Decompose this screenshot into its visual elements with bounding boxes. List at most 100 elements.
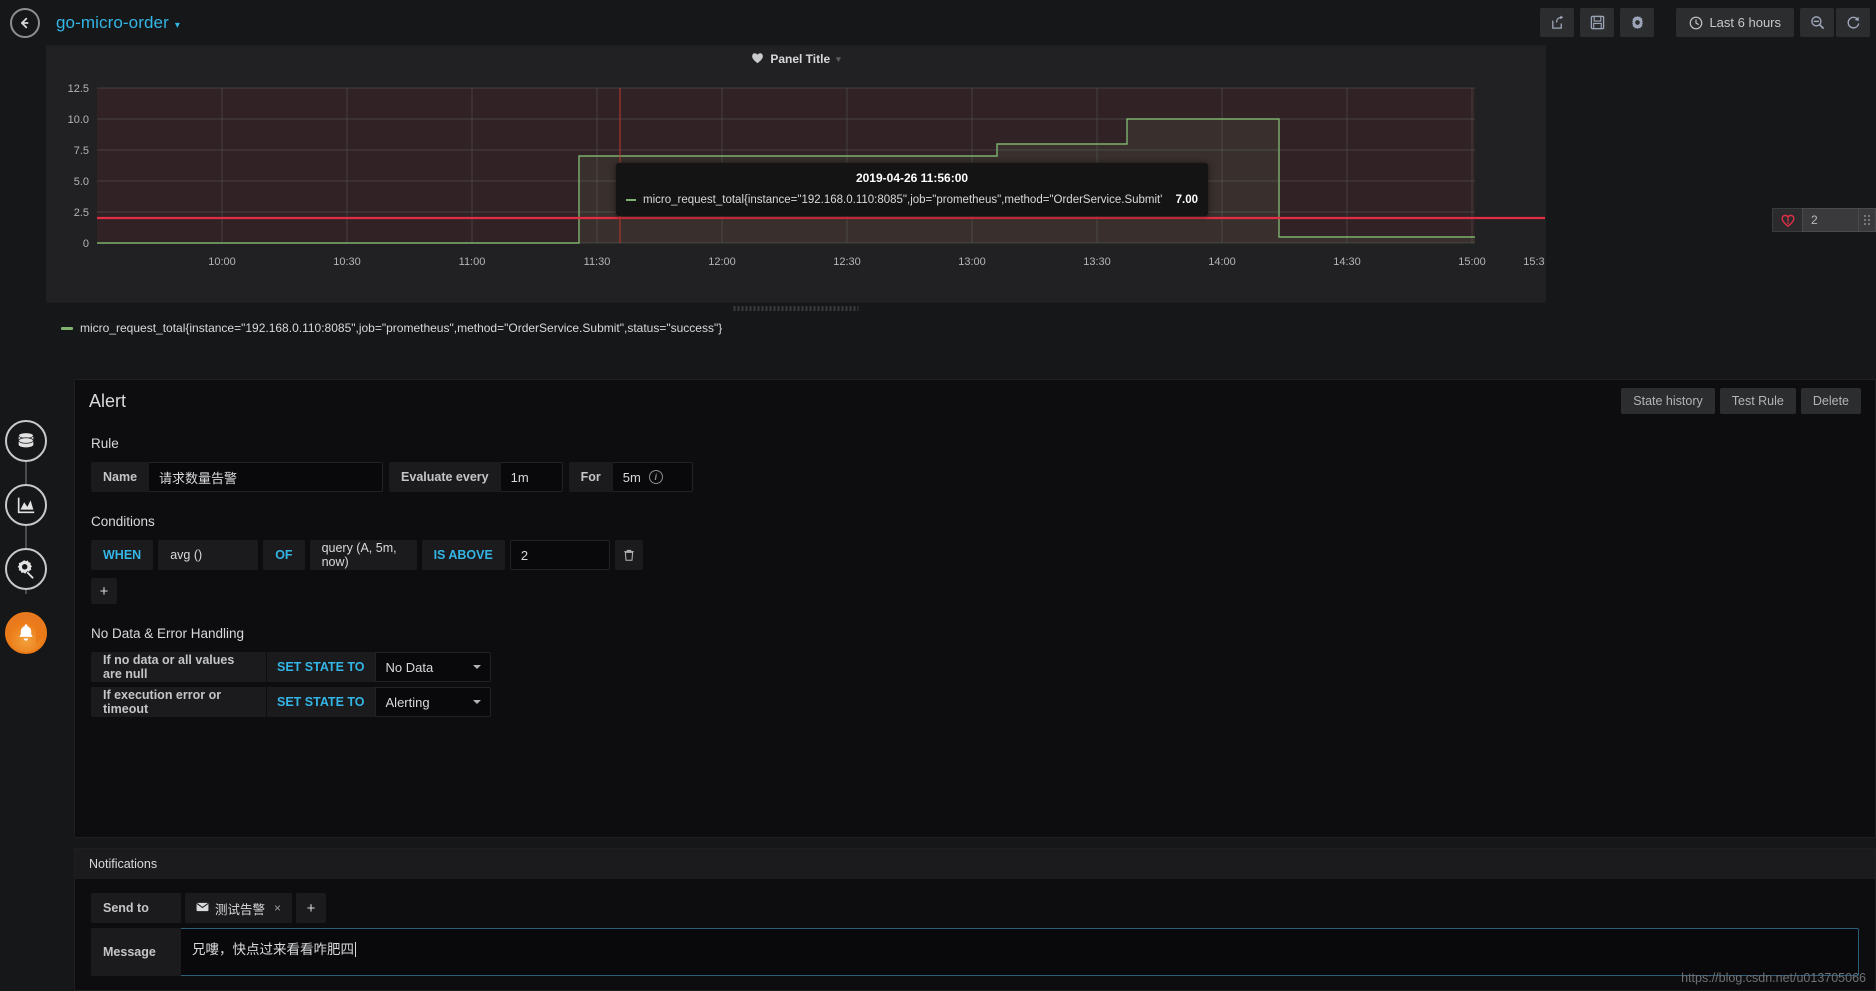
time-range-label: Last 6 hours <box>1709 15 1781 30</box>
condition-row: WHEN avg () OF query (A, 5m, now) IS ABO… <box>91 540 1859 570</box>
nodata-null-value: No Data <box>385 659 434 675</box>
graph-panel: Panel Title ▾ 12.5 10.0 7.5 5.0 2.5 0 10… <box>46 45 1546 335</box>
condition-evaluator-select[interactable]: IS ABOVE <box>421 540 505 570</box>
nodata-error-value: Alerting <box>385 694 430 710</box>
sidebar-item-visualization[interactable] <box>5 484 47 526</box>
for-label: For <box>568 462 613 492</box>
conditions-section-label: Conditions <box>91 514 155 529</box>
graph-legend[interactable]: micro_request_total{instance="192.168.0.… <box>61 321 722 335</box>
info-icon[interactable]: i <box>648 470 663 484</box>
conditions-section: Conditions WHEN avg () OF query (A, 5m, … <box>91 514 1859 604</box>
svg-text:14:30: 14:30 <box>1333 256 1361 268</box>
save-button[interactable] <box>1580 8 1615 37</box>
nodata-row-error: If execution error or timeout SET STATE … <box>91 687 1859 717</box>
trash-icon <box>624 549 634 561</box>
alert-header-actions: State history Test Rule Delete <box>1621 388 1861 414</box>
chevron-down-icon: ▾ <box>836 53 841 64</box>
legend-color-swatch[interactable] <box>61 326 73 330</box>
chevron-down-icon: ▾ <box>174 19 180 31</box>
notification-channel-tag[interactable]: 测试告警 × <box>185 893 293 923</box>
rule-name-field[interactable]: Name 请求数量告警 <box>91 462 384 492</box>
threshold-drag-grip[interactable] <box>1858 208 1876 232</box>
rule-section-label: Rule <box>91 436 119 451</box>
graph-tooltip: 2019-04-26 11:56:00 micro_request_total{… <box>616 163 1208 216</box>
threshold-handle[interactable]: 2 <box>1772 208 1876 232</box>
state-history-button[interactable]: State history <box>1621 388 1715 414</box>
condition-threshold-input[interactable]: 2 <box>509 540 610 570</box>
share-button[interactable] <box>1540 8 1575 37</box>
for-field[interactable]: For 5m i <box>568 462 693 492</box>
sidebar-item-datasource[interactable] <box>5 420 47 462</box>
message-textarea[interactable]: 兄嘍，快点过来看看咋肥四 <box>181 928 1859 976</box>
nodata-section: No Data & Error Handling If no data or a… <box>91 626 1859 717</box>
clock-icon <box>1690 16 1703 29</box>
refresh-button[interactable] <box>1836 8 1870 37</box>
legend-series-label[interactable]: micro_request_total{instance="192.168.0.… <box>80 321 722 335</box>
tooltip-series-name: micro_request_total{instance="192.168.0.… <box>643 194 1162 206</box>
dashboard-title: go-micro-order <box>56 12 169 32</box>
zoom-out-icon <box>1810 16 1824 29</box>
message-label: Message <box>91 928 181 976</box>
send-to-row: Send to 测试告警 × + <box>91 893 1859 923</box>
time-range-picker[interactable]: Last 6 hours <box>1676 8 1794 37</box>
evaluate-every-field[interactable]: Evaluate every 1m <box>389 462 563 492</box>
remove-channel-icon[interactable]: × <box>274 901 281 915</box>
panel-header[interactable]: Panel Title ▾ <box>47 46 1545 68</box>
condition-when-keyword: WHEN <box>91 540 154 570</box>
graph-canvas[interactable]: 12.5 10.0 7.5 5.0 2.5 0 10:00 10:30 11:0… <box>47 68 1545 278</box>
refresh-icon <box>1847 16 1859 29</box>
top-navbar: go-micro-order ▾ Last 6 hours <box>0 0 1876 45</box>
sidebar-item-general[interactable] <box>5 548 47 590</box>
evaluate-every-label: Evaluate every <box>389 462 501 492</box>
alert-card-body: Rule Name 请求数量告警 Evaluate every 1m For 5… <box>75 422 1875 717</box>
rule-section: Rule Name 请求数量告警 Evaluate every 1m For 5… <box>91 436 1859 492</box>
svg-text:12.5: 12.5 <box>68 83 89 95</box>
zoom-out-button[interactable] <box>1800 8 1834 37</box>
nodata-null-label: If no data or all values are null <box>91 652 266 682</box>
condition-reducer-select[interactable]: avg () <box>158 540 259 570</box>
nodata-error-select[interactable]: Alerting <box>374 687 491 717</box>
chevron-down-icon <box>472 665 481 673</box>
dashboard-title-link[interactable]: go-micro-order ▾ <box>56 13 180 33</box>
sidebar-item-alert[interactable] <box>5 612 47 654</box>
test-rule-button[interactable]: Test Rule <box>1719 388 1796 414</box>
back-button[interactable] <box>10 7 40 38</box>
nodata-row-null: If no data or all values are null SET ST… <box>91 652 1859 682</box>
notifications-heading: Notifications <box>89 857 158 871</box>
svg-text:7.5: 7.5 <box>74 145 89 157</box>
for-input[interactable]: 5m <box>623 470 641 485</box>
svg-text:11:00: 11:00 <box>459 256 486 268</box>
condition-delete-button[interactable] <box>614 540 643 570</box>
svg-text:10:00: 10:00 <box>208 256 236 268</box>
evaluate-every-input[interactable]: 1m <box>500 462 563 492</box>
svg-text:15:30: 15:30 <box>1523 256 1545 268</box>
graph-icon <box>17 497 35 514</box>
for-input-wrap[interactable]: 5m i <box>612 462 693 492</box>
notifications-header: Notifications <box>75 849 1875 879</box>
panel-resize-handle[interactable] <box>733 306 859 311</box>
alert-heading: Alert <box>89 390 127 411</box>
notification-channel-label: 测试告警 <box>215 902 266 917</box>
floppy-save-icon <box>1590 15 1605 30</box>
navbar-actions: Last 6 hours <box>1534 8 1876 37</box>
panel-settings-button[interactable] <box>1620 8 1655 37</box>
add-notification-button[interactable]: + <box>296 893 327 923</box>
threshold-alert-icon <box>1772 208 1802 232</box>
nodata-null-select[interactable]: No Data <box>374 652 491 682</box>
alert-editor-card: Alert State history Test Rule Delete Rul… <box>74 379 1876 838</box>
svg-text:11:30: 11:30 <box>584 256 611 268</box>
nodata-error-label: If execution error or timeout <box>91 687 266 717</box>
condition-query-select[interactable]: query (A, 5m, now) <box>309 540 417 570</box>
svg-text:2.5: 2.5 <box>74 207 89 219</box>
delete-button[interactable]: Delete <box>1800 388 1861 414</box>
message-value: 兄嘍，快点过来看看咋肥四 <box>192 942 354 957</box>
tooltip-series-value: 7.00 <box>1175 194 1198 206</box>
svg-text:13:00: 13:00 <box>958 256 986 268</box>
svg-text:10:30: 10:30 <box>333 256 361 268</box>
panel-alert-icon <box>751 52 764 67</box>
rule-name-input[interactable]: 请求数量告警 <box>149 462 384 492</box>
threshold-value[interactable]: 2 <box>1802 208 1858 232</box>
notifications-body: Send to 测试告警 × + Message 兄嘍，快点过来看看咋肥四 <box>75 879 1875 990</box>
add-condition-button[interactable]: + <box>91 578 117 604</box>
edit-mode-rail <box>0 420 52 676</box>
